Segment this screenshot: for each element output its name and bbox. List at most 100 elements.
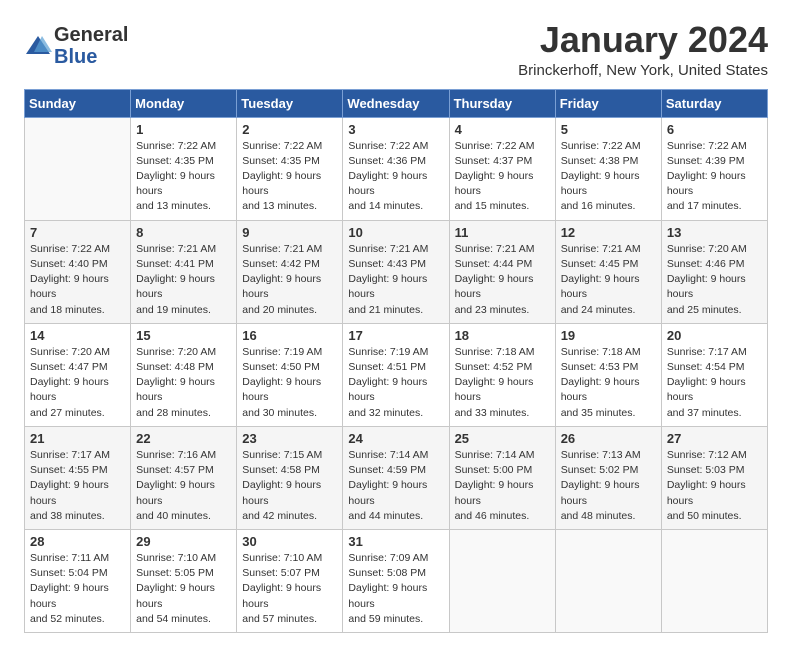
day-info: Sunrise: 7:21 AMSunset: 4:45 PMDaylight:… (561, 242, 656, 318)
day-number: 7 (30, 225, 125, 240)
day-number: 8 (136, 225, 231, 240)
calendar-week-row: 7 Sunrise: 7:22 AMSunset: 4:40 PMDaylight… (25, 220, 768, 323)
weekday-header: Wednesday (343, 89, 449, 117)
day-info: Sunrise: 7:17 AMSunset: 4:54 PMDaylight:… (667, 345, 762, 421)
day-number: 14 (30, 328, 125, 343)
weekday-header: Sunday (25, 89, 131, 117)
calendar-week-row: 1 Sunrise: 7:22 AMSunset: 4:35 PMDaylight… (25, 117, 768, 220)
calendar-week-row: 21 Sunrise: 7:17 AMSunset: 4:55 PMDayligh… (25, 426, 768, 529)
day-info: Sunrise: 7:18 AMSunset: 4:52 PMDaylight:… (455, 345, 550, 421)
day-number: 28 (30, 534, 125, 549)
day-number: 13 (667, 225, 762, 240)
calendar-cell (449, 529, 555, 632)
day-number: 24 (348, 431, 443, 446)
day-number: 9 (242, 225, 337, 240)
calendar-cell: 26 Sunrise: 7:13 AMSunset: 5:02 PMDayligh… (555, 426, 661, 529)
calendar-cell: 24 Sunrise: 7:14 AMSunset: 4:59 PMDayligh… (343, 426, 449, 529)
day-info: Sunrise: 7:11 AMSunset: 5:04 PMDaylight:… (30, 551, 125, 627)
day-info: Sunrise: 7:17 AMSunset: 4:55 PMDaylight:… (30, 448, 125, 524)
calendar-cell: 27 Sunrise: 7:12 AMSunset: 5:03 PMDayligh… (661, 426, 767, 529)
day-number: 15 (136, 328, 231, 343)
day-info: Sunrise: 7:20 AMSunset: 4:46 PMDaylight:… (667, 242, 762, 318)
calendar-cell: 10 Sunrise: 7:21 AMSunset: 4:43 PMDayligh… (343, 220, 449, 323)
calendar-cell: 11 Sunrise: 7:21 AMSunset: 4:44 PMDayligh… (449, 220, 555, 323)
day-info: Sunrise: 7:21 AMSunset: 4:41 PMDaylight:… (136, 242, 231, 318)
day-number: 1 (136, 122, 231, 137)
day-number: 25 (455, 431, 550, 446)
day-info: Sunrise: 7:13 AMSunset: 5:02 PMDaylight:… (561, 448, 656, 524)
day-number: 30 (242, 534, 337, 549)
calendar-cell: 19Sunrise: 7:18 AMSunset: 4:53 PMDayligh… (555, 323, 661, 426)
calendar-cell: 16 Sunrise: 7:19 AMSunset: 4:50 PMDayligh… (237, 323, 343, 426)
weekday-header: Friday (555, 89, 661, 117)
day-info: Sunrise: 7:22 AMSunset: 4:35 PMDaylight:… (136, 139, 231, 215)
calendar-cell: 2Sunrise: 7:22 AMSunset: 4:35 PMDaylight… (237, 117, 343, 220)
calendar-cell: 21 Sunrise: 7:17 AMSunset: 4:55 PMDayligh… (25, 426, 131, 529)
calendar-cell: 29 Sunrise: 7:10 AMSunset: 5:05 PMDayligh… (131, 529, 237, 632)
day-number: 27 (667, 431, 762, 446)
calendar-cell: 7 Sunrise: 7:22 AMSunset: 4:40 PMDaylight… (25, 220, 131, 323)
weekday-header: Monday (131, 89, 237, 117)
calendar-cell (25, 117, 131, 220)
day-number: 12 (561, 225, 656, 240)
calendar-cell: 22 Sunrise: 7:16 AMSunset: 4:57 PMDayligh… (131, 426, 237, 529)
weekday-header: Tuesday (237, 89, 343, 117)
calendar-table: SundayMondayTuesdayWednesdayThursdayFrid… (24, 89, 768, 633)
day-number: 29 (136, 534, 231, 549)
logo-text: General Blue (54, 24, 128, 68)
day-info: Sunrise: 7:09 AMSunset: 5:08 PMDaylight:… (348, 551, 443, 627)
day-number: 3 (348, 122, 443, 137)
calendar-cell: 15 Sunrise: 7:20 AMSunset: 4:48 PMDayligh… (131, 323, 237, 426)
day-info: Sunrise: 7:21 AMSunset: 4:42 PMDaylight:… (242, 242, 337, 318)
calendar-cell (661, 529, 767, 632)
logo-icon (24, 32, 52, 60)
day-info: Sunrise: 7:22 AMSunset: 4:40 PMDaylight:… (30, 242, 125, 318)
title-block: January 2024 Brinckerhoff, New York, Uni… (518, 20, 768, 79)
day-number: 19 (561, 328, 656, 343)
day-number: 26 (561, 431, 656, 446)
day-info: Sunrise: 7:10 AMSunset: 5:07 PMDaylight:… (242, 551, 337, 627)
day-number: 23 (242, 431, 337, 446)
page-header: General Blue January 2024 Brinckerhoff, … (24, 20, 768, 79)
weekday-header: Saturday (661, 89, 767, 117)
day-number: 17 (348, 328, 443, 343)
day-number: 21 (30, 431, 125, 446)
day-info: Sunrise: 7:21 AMSunset: 4:43 PMDaylight:… (348, 242, 443, 318)
calendar-cell: 3 Sunrise: 7:22 AMSunset: 4:36 PMDaylight… (343, 117, 449, 220)
calendar-cell: 18 Sunrise: 7:18 AMSunset: 4:52 PMDayligh… (449, 323, 555, 426)
day-number: 5 (561, 122, 656, 137)
calendar-cell: 31Sunrise: 7:09 AMSunset: 5:08 PMDayligh… (343, 529, 449, 632)
calendar-cell: 14 Sunrise: 7:20 AMSunset: 4:47 PMDayligh… (25, 323, 131, 426)
day-info: Sunrise: 7:20 AMSunset: 4:47 PMDaylight:… (30, 345, 125, 421)
day-info: Sunrise: 7:20 AMSunset: 4:48 PMDaylight:… (136, 345, 231, 421)
day-number: 11 (455, 225, 550, 240)
calendar-cell: 20Sunrise: 7:17 AMSunset: 4:54 PMDayligh… (661, 323, 767, 426)
day-info: Sunrise: 7:19 AMSunset: 4:50 PMDaylight:… (242, 345, 337, 421)
calendar-cell: 1 Sunrise: 7:22 AMSunset: 4:35 PMDaylight… (131, 117, 237, 220)
day-number: 18 (455, 328, 550, 343)
day-number: 16 (242, 328, 337, 343)
day-info: Sunrise: 7:22 AMSunset: 4:35 PMDaylight:… (242, 139, 337, 215)
day-info: Sunrise: 7:10 AMSunset: 5:05 PMDaylight:… (136, 551, 231, 627)
day-info: Sunrise: 7:15 AMSunset: 4:58 PMDaylight:… (242, 448, 337, 524)
day-number: 22 (136, 431, 231, 446)
calendar-cell: 17Sunrise: 7:19 AMSunset: 4:51 PMDayligh… (343, 323, 449, 426)
day-info: Sunrise: 7:21 AMSunset: 4:44 PMDaylight:… (455, 242, 550, 318)
calendar-week-row: 28 Sunrise: 7:11 AMSunset: 5:04 PMDayligh… (25, 529, 768, 632)
calendar-cell: 28 Sunrise: 7:11 AMSunset: 5:04 PMDayligh… (25, 529, 131, 632)
day-info: Sunrise: 7:12 AMSunset: 5:03 PMDaylight:… (667, 448, 762, 524)
logo-blue: Blue (54, 46, 97, 68)
day-info: Sunrise: 7:14 AMSunset: 4:59 PMDaylight:… (348, 448, 443, 524)
logo: General Blue (24, 24, 128, 68)
calendar-cell: 13 Sunrise: 7:20 AMSunset: 4:46 PMDayligh… (661, 220, 767, 323)
day-info: Sunrise: 7:22 AMSunset: 4:36 PMDaylight:… (348, 139, 443, 215)
calendar-cell: 4Sunrise: 7:22 AMSunset: 4:37 PMDaylight… (449, 117, 555, 220)
calendar-cell: 23 Sunrise: 7:15 AMSunset: 4:58 PMDayligh… (237, 426, 343, 529)
weekday-header: Thursday (449, 89, 555, 117)
calendar-cell (555, 529, 661, 632)
location: Brinckerhoff, New York, United States (518, 62, 768, 79)
day-info: Sunrise: 7:16 AMSunset: 4:57 PMDaylight:… (136, 448, 231, 524)
calendar-cell: 30 Sunrise: 7:10 AMSunset: 5:07 PMDayligh… (237, 529, 343, 632)
day-number: 10 (348, 225, 443, 240)
day-info: Sunrise: 7:22 AMSunset: 4:38 PMDaylight:… (561, 139, 656, 215)
